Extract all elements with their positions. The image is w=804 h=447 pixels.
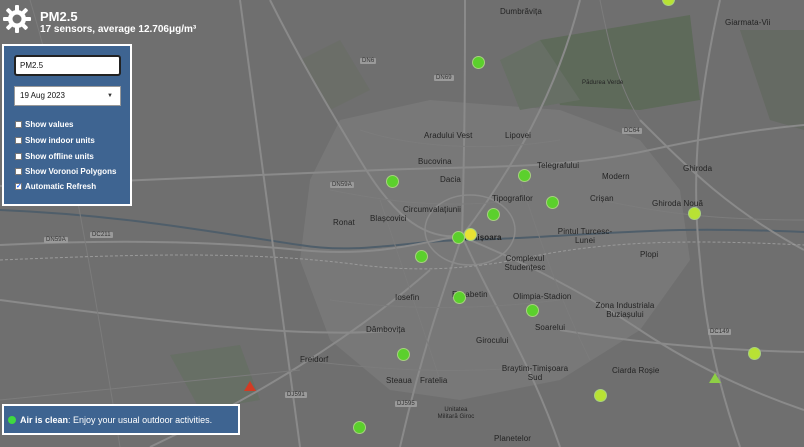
option-show-voronoi-polygons[interactable]: Show Voronoi Polygons [15,167,116,176]
sensor-summary: 17 sensors, average 12.706μg/m³ [40,24,197,35]
sensor-marker[interactable] [526,304,539,317]
map-label-district: Ronat [333,218,355,227]
date-select[interactable]: 19 Aug 2023 ▼ [14,86,121,106]
option-label: Show Voronoi Polygons [25,167,117,176]
sensor-marker[interactable] [594,389,607,402]
status-quality: Air is clean [20,414,69,425]
option-show-indoor-units[interactable]: Show indoor units [15,136,95,145]
map-label-district: Iosefin [395,293,420,302]
road-label: DC149 [708,329,732,335]
sensor-marker[interactable] [688,207,701,220]
map-label-district: Planetelor [494,434,532,443]
map-label-district: Complexul Studențesc [504,254,546,272]
road-label: DN59A [44,237,68,243]
sensor-marker[interactable] [353,421,366,434]
chevron-down-icon: ▼ [107,93,113,99]
map-label-district: Blașcovici [370,214,407,223]
sensor-marker[interactable] [464,228,477,241]
status-text: Air is clean: Enjoy your usual outdoor a… [20,415,212,425]
option-show-values[interactable]: Show values [15,120,73,129]
map-label-forest: Pădurea Verde [582,80,624,86]
checkbox[interactable] [15,121,22,128]
checkbox[interactable] [15,168,22,175]
sensor-marker[interactable] [472,56,485,69]
map-label-district: Dacia [440,175,461,184]
sensor-marker[interactable] [397,348,410,361]
map-label-district: Steaua [386,376,412,385]
sensor-marker[interactable] [453,291,466,304]
option-automatic-refresh[interactable]: ✓ Automatic Refresh [15,182,96,191]
option-label: Show indoor units [25,136,95,145]
road-label: DJ591 [285,392,307,398]
page-title: PM2.5 [40,9,78,24]
map-label-district: Braytim-Timișoara Sud [501,364,569,382]
map-label-district: Crișan [590,194,614,203]
indoor-sensor-marker[interactable] [709,373,721,383]
map-label-district: Modern [602,172,630,181]
road-label: DC64 [622,128,642,134]
checkbox[interactable] [15,153,22,160]
map-label-district: Girocului [476,336,509,345]
map-label-district: Ghiroda [683,164,713,173]
map-label-district: Dumbrăvița [500,7,542,16]
map-label-military: Unitatea Militară Giroc [437,407,475,420]
map-label-district: Dâmbovița [366,325,406,334]
map-label-district: Giarmata-Vii [725,18,771,27]
option-show-offline-units[interactable]: Show offline units [15,152,94,161]
road-label: DC211 [90,232,113,238]
option-label: Show offline units [25,152,94,161]
checkbox[interactable] [15,137,22,144]
road-label: DN59A [330,182,354,188]
map-label-district: Freidorf [300,355,329,364]
air-quality-status: Air is clean: Enjoy your usual outdoor a… [2,404,240,435]
offline-sensor-marker[interactable] [244,381,256,391]
date-value: 19 Aug 2023 [20,91,65,100]
gear-icon[interactable] [2,4,32,34]
map-label-district: Bucovina [418,157,452,166]
status-dot-icon [8,415,16,424]
sensor-marker[interactable] [518,169,531,182]
map-label-district: Fratelia [420,376,448,385]
control-panel: PM2.5 19 Aug 2023 ▼ Show values Show ind… [2,44,132,206]
map-label-district: Plopi [640,250,659,259]
map-label-district: Circumvalațiunii [403,205,462,214]
option-label: Automatic Refresh [25,182,97,191]
road-label: DJ595 [395,401,417,407]
map-label-district: Ciarda Roșie [612,366,660,375]
map-label-district: Lipovei [505,131,532,140]
status-message: : Enjoy your usual outdoor activities. [68,414,213,425]
sensor-marker[interactable] [386,175,399,188]
map-label-district: Telegrafului [537,161,580,170]
sensor-marker[interactable] [415,250,428,263]
road-label: DN69 [434,75,454,81]
pollutant-select[interactable]: PM2.5 [14,55,121,76]
map-label-district: Olimpia-Stadion [513,292,572,301]
option-label: Show values [25,120,74,129]
sensor-marker[interactable] [546,196,559,209]
map-label-district: Soarelui [535,323,566,332]
road-label: DN6 [360,58,377,64]
sensor-marker[interactable] [487,208,500,221]
map-label-district: Pintul Turcesc-Lunei [557,227,613,245]
checkbox-checked[interactable]: ✓ [15,183,22,190]
map-label-district: Aradului Vest [424,131,473,140]
sensor-marker[interactable] [748,347,761,360]
map-label-district: Tipografilor [492,194,533,203]
map-label-district: Zona Industriala Buziașului [595,301,655,319]
